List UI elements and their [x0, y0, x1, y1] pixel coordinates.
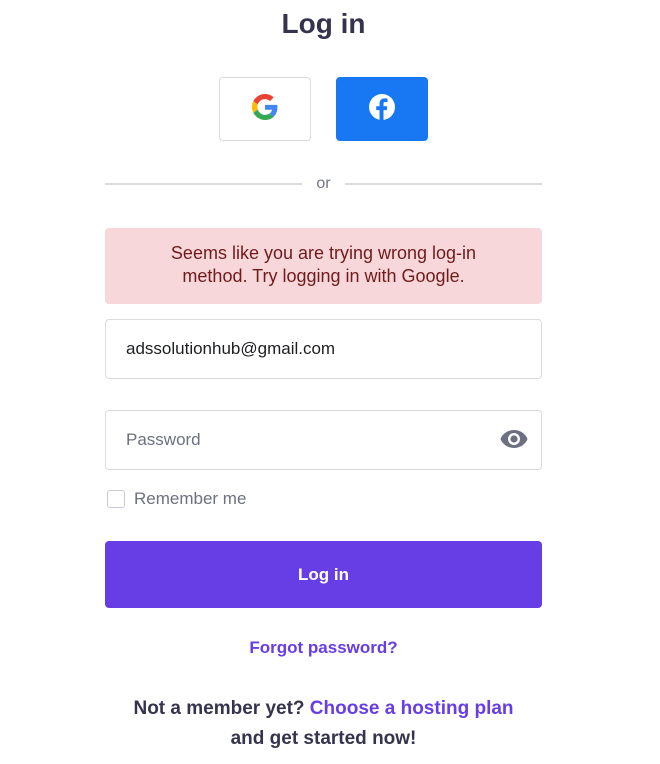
divider-label: or — [316, 175, 331, 192]
password-field-wrapper — [105, 410, 542, 470]
remember-me-checkbox[interactable] — [107, 490, 125, 508]
login-form-container: Log in or Seems like you are trying wron… — [105, 0, 543, 749]
facebook-icon — [369, 93, 395, 125]
signup-prompt: Not a member yet? Choose a hosting plan … — [105, 694, 542, 754]
facebook-login-button[interactable] — [336, 77, 428, 141]
divider-line-left — [105, 183, 303, 185]
forgot-password-link[interactable]: Forgot password? — [105, 638, 542, 658]
or-divider: or — [105, 174, 543, 194]
password-field[interactable] — [106, 411, 541, 469]
page-title: Log in — [281, 8, 366, 39]
eye-icon — [500, 429, 528, 454]
remember-me-label[interactable]: Remember me — [134, 489, 246, 509]
choose-hosting-plan-link[interactable]: Choose a hosting plan — [310, 698, 514, 719]
login-button[interactable]: Log in — [105, 541, 542, 608]
google-icon — [252, 93, 278, 125]
error-alert: Seems like you are trying wrong log-in m… — [105, 228, 542, 304]
signup-prefix: Not a member yet? — [133, 698, 305, 719]
email-field-wrapper — [105, 319, 542, 379]
divider-line-right — [344, 183, 543, 185]
remember-me-row: Remember me — [107, 488, 246, 510]
email-field[interactable] — [106, 320, 541, 378]
social-login-row — [219, 77, 428, 141]
google-login-button[interactable] — [219, 77, 311, 141]
show-password-toggle[interactable] — [499, 429, 529, 453]
signup-suffix: and get started now! — [230, 728, 417, 749]
